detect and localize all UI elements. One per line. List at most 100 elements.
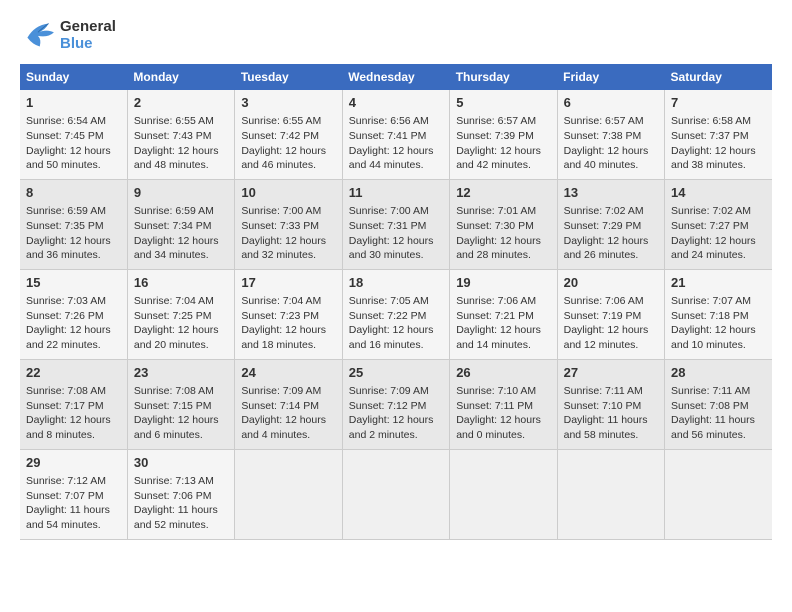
sunset: Sunset: 7:42 PM [241,130,319,142]
day-number: 18 [349,274,443,292]
daylight-label: Daylight: 12 hours and 48 minutes. [134,145,219,172]
sunset: Sunset: 7:29 PM [564,220,642,232]
logo-text: General Blue [60,18,116,52]
header: General Blue [20,18,772,52]
calendar-cell: 25 Sunrise: 7:09 AM Sunset: 7:12 PM Dayl… [342,359,449,449]
calendar-cell [450,449,557,539]
daylight-label: Daylight: 11 hours and 58 minutes. [564,414,648,441]
page: General Blue Sunday Monday Tuesday Wedne… [0,0,792,550]
sunrise: Sunrise: 7:04 AM [134,295,214,307]
day-number: 30 [134,454,228,472]
daylight-label: Daylight: 12 hours and 2 minutes. [349,414,434,441]
daylight-label: Daylight: 12 hours and 0 minutes. [456,414,541,441]
calendar-cell: 21 Sunrise: 7:07 AM Sunset: 7:18 PM Dayl… [665,269,772,359]
calendar-cell: 29 Sunrise: 7:12 AM Sunset: 7:07 PM Dayl… [20,449,127,539]
sunset: Sunset: 7:27 PM [671,220,749,232]
calendar-cell: 9 Sunrise: 6:59 AM Sunset: 7:34 PM Dayli… [127,179,234,269]
daylight-label: Daylight: 12 hours and 42 minutes. [456,145,541,172]
daylight-label: Daylight: 12 hours and 44 minutes. [349,145,434,172]
sunset: Sunset: 7:35 PM [26,220,104,232]
calendar-cell: 28 Sunrise: 7:11 AM Sunset: 7:08 PM Dayl… [665,359,772,449]
day-number: 26 [456,364,550,382]
daylight-label: Daylight: 11 hours and 56 minutes. [671,414,755,441]
calendar-cell: 17 Sunrise: 7:04 AM Sunset: 7:23 PM Dayl… [235,269,342,359]
calendar-cell: 13 Sunrise: 7:02 AM Sunset: 7:29 PM Dayl… [557,179,664,269]
day-number: 1 [26,94,121,112]
header-sunday: Sunday [20,64,127,90]
day-number: 4 [349,94,443,112]
day-number: 28 [671,364,766,382]
calendar-cell: 3 Sunrise: 6:55 AM Sunset: 7:42 PM Dayli… [235,90,342,179]
day-number: 15 [26,274,121,292]
sunset: Sunset: 7:34 PM [134,220,212,232]
sunrise: Sunrise: 7:09 AM [349,385,429,397]
sunrise: Sunrise: 7:08 AM [26,385,106,397]
calendar-cell: 23 Sunrise: 7:08 AM Sunset: 7:15 PM Dayl… [127,359,234,449]
calendar-cell: 27 Sunrise: 7:11 AM Sunset: 7:10 PM Dayl… [557,359,664,449]
calendar-cell: 8 Sunrise: 6:59 AM Sunset: 7:35 PM Dayli… [20,179,127,269]
sunset: Sunset: 7:06 PM [134,490,212,502]
sunset: Sunset: 7:12 PM [349,400,427,412]
calendar-cell: 16 Sunrise: 7:04 AM Sunset: 7:25 PM Dayl… [127,269,234,359]
daylight-label: Daylight: 12 hours and 26 minutes. [564,235,649,262]
daylight-label: Daylight: 12 hours and 6 minutes. [134,414,219,441]
sunset: Sunset: 7:31 PM [349,220,427,232]
sunrise: Sunrise: 6:55 AM [241,115,321,127]
day-number: 29 [26,454,121,472]
calendar-cell: 12 Sunrise: 7:01 AM Sunset: 7:30 PM Dayl… [450,179,557,269]
weekday-header-row: Sunday Monday Tuesday Wednesday Thursday… [20,64,772,90]
sunrise: Sunrise: 7:02 AM [564,205,644,217]
header-thursday: Thursday [450,64,557,90]
sunset: Sunset: 7:07 PM [26,490,104,502]
calendar-cell: 24 Sunrise: 7:09 AM Sunset: 7:14 PM Dayl… [235,359,342,449]
calendar-cell: 7 Sunrise: 6:58 AM Sunset: 7:37 PM Dayli… [665,90,772,179]
daylight-label: Daylight: 12 hours and 28 minutes. [456,235,541,262]
sunrise: Sunrise: 6:54 AM [26,115,106,127]
day-number: 7 [671,94,766,112]
calendar-cell: 22 Sunrise: 7:08 AM Sunset: 7:17 PM Dayl… [20,359,127,449]
header-monday: Monday [127,64,234,90]
day-number: 17 [241,274,335,292]
day-number: 13 [564,184,658,202]
sunrise: Sunrise: 6:57 AM [564,115,644,127]
day-number: 21 [671,274,766,292]
sunrise: Sunrise: 7:13 AM [134,475,214,487]
day-number: 16 [134,274,228,292]
sunrise: Sunrise: 7:11 AM [564,385,643,397]
daylight-label: Daylight: 12 hours and 4 minutes. [241,414,326,441]
daylight-label: Daylight: 12 hours and 30 minutes. [349,235,434,262]
sunrise: Sunrise: 7:06 AM [564,295,644,307]
sunset: Sunset: 7:43 PM [134,130,212,142]
logo-icon [20,20,56,50]
sunrise: Sunrise: 7:00 AM [349,205,429,217]
sunrise: Sunrise: 6:55 AM [134,115,214,127]
day-number: 9 [134,184,228,202]
calendar-cell [665,449,772,539]
day-number: 2 [134,94,228,112]
day-number: 14 [671,184,766,202]
sunrise: Sunrise: 6:59 AM [26,205,106,217]
daylight-label: Daylight: 12 hours and 20 minutes. [134,324,219,351]
calendar-cell: 14 Sunrise: 7:02 AM Sunset: 7:27 PM Dayl… [665,179,772,269]
sunset: Sunset: 7:33 PM [241,220,319,232]
calendar-week-row: 29 Sunrise: 7:12 AM Sunset: 7:07 PM Dayl… [20,449,772,539]
header-wednesday: Wednesday [342,64,449,90]
sunrise: Sunrise: 7:08 AM [134,385,214,397]
day-number: 27 [564,364,658,382]
calendar-cell: 11 Sunrise: 7:00 AM Sunset: 7:31 PM Dayl… [342,179,449,269]
sunset: Sunset: 7:17 PM [26,400,104,412]
sunset: Sunset: 7:39 PM [456,130,534,142]
sunset: Sunset: 7:22 PM [349,310,427,322]
sunset: Sunset: 7:10 PM [564,400,642,412]
day-number: 11 [349,184,443,202]
daylight-label: Daylight: 12 hours and 22 minutes. [26,324,111,351]
sunset: Sunset: 7:08 PM [671,400,749,412]
sunset: Sunset: 7:37 PM [671,130,749,142]
day-number: 19 [456,274,550,292]
header-tuesday: Tuesday [235,64,342,90]
sunset: Sunset: 7:18 PM [671,310,749,322]
sunset: Sunset: 7:41 PM [349,130,427,142]
sunrise: Sunrise: 7:01 AM [456,205,536,217]
day-number: 24 [241,364,335,382]
sunset: Sunset: 7:38 PM [564,130,642,142]
